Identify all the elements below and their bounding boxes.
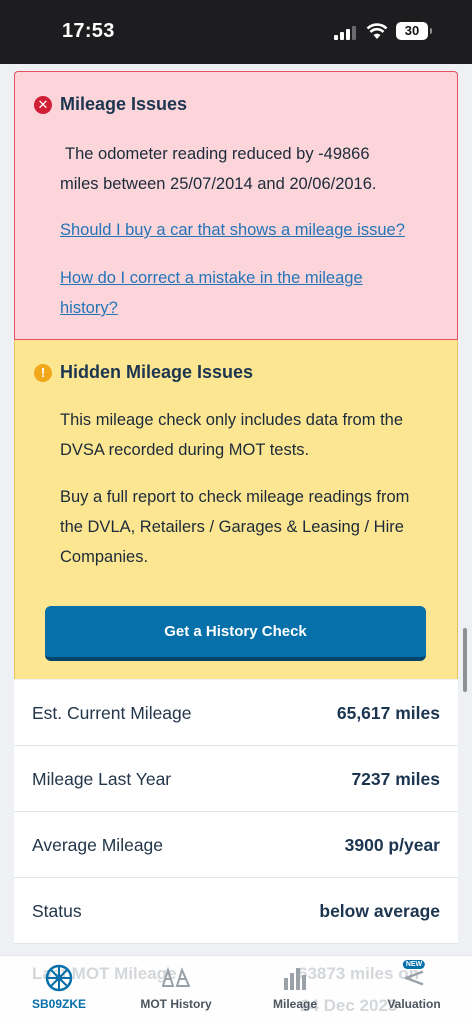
battery-icon: 30 (396, 22, 432, 40)
tab-vehicle[interactable]: SB09ZKE (14, 960, 104, 1020)
tab-label: SB09ZKE (31, 997, 87, 1011)
history-check-button[interactable]: Get a History Check (45, 606, 426, 661)
stat-label: Est. Current Mileage (32, 703, 192, 723)
scrollbar[interactable] (463, 628, 467, 692)
stat-value: 65,617 miles (336, 703, 440, 723)
bottom-tab-bar: Last MOT Mileage 63873 miles on 24 Dec 2… (0, 955, 472, 1024)
mileage-stats-list: Est. Current Mileage 65,617 miles Mileag… (14, 680, 458, 944)
status-time: 17:53 (62, 20, 115, 42)
correct-mistake-link-line1[interactable]: How do I correct a mistake in the mileag… (60, 263, 445, 293)
tab-mot-history[interactable]: MOT History (128, 960, 224, 1020)
correct-mistake-link-line2[interactable]: history? (60, 293, 445, 323)
stat-row: Average Mileage 3900 p/year (14, 812, 458, 878)
mileage-issues-alert: ✕ Mileage Issues The odometer reading re… (14, 71, 458, 340)
stat-label: Mileage Last Year (32, 769, 172, 789)
warning-icon: ! (34, 364, 52, 382)
tab-valuation[interactable]: NEW Valuation (374, 960, 454, 1020)
hidden-issues-text-2b: the DVLA, Retailers / Garages & Leasing … (60, 518, 404, 536)
stat-label: Average Mileage (32, 835, 164, 855)
stat-value: 7237 miles (351, 769, 440, 789)
stat-value: below average (319, 901, 440, 921)
tab-mileage[interactable]: Mileage (256, 960, 334, 1020)
wheel-icon (45, 964, 73, 992)
stat-value: 3900 p/year (344, 835, 440, 855)
stat-label: Status (32, 901, 82, 921)
tab-label: Mileage (272, 997, 317, 1011)
stat-row: Est. Current Mileage 65,617 miles (14, 680, 458, 746)
hidden-issues-text-2c: Companies. (60, 548, 149, 566)
error-icon: ✕ (34, 96, 52, 114)
wifi-icon (366, 23, 388, 39)
odometer-message-line2: miles between 25/07/2014 and 20/06/2016. (60, 175, 377, 193)
cellular-signal-icon (334, 26, 360, 40)
stat-row: Status below average (14, 878, 458, 944)
hidden-issues-text-1a: This mileage check only includes data fr… (60, 411, 404, 429)
bar-chart-icon (284, 968, 306, 990)
hidden-issues-text-2a: Buy a full report to check mileage readi… (60, 488, 410, 506)
stat-row: Mileage Last Year 7237 miles (14, 746, 458, 812)
tab-label: MOT History (140, 997, 212, 1011)
new-badge: NEW (402, 960, 426, 969)
hidden-mileage-issues-alert: ! Hidden Mileage Issues This mileage che… (14, 340, 458, 679)
buy-car-mileage-issue-link[interactable]: Should I buy a car that shows a mileage … (60, 215, 445, 245)
main-content[interactable]: ✕ Mileage Issues The odometer reading re… (14, 64, 458, 955)
hidden-issues-title: Hidden Mileage Issues (60, 362, 254, 382)
mileage-issues-title: Mileage Issues (60, 94, 188, 114)
hidden-issues-text-1b: DVSA recorded during MOT tests. (60, 441, 310, 459)
status-bar: 17:53 30 (0, 0, 472, 64)
cones-icon (162, 966, 190, 987)
odometer-message-line1: The odometer reading reduced by -49866 (65, 145, 370, 163)
tab-label: Valuation (387, 997, 441, 1011)
